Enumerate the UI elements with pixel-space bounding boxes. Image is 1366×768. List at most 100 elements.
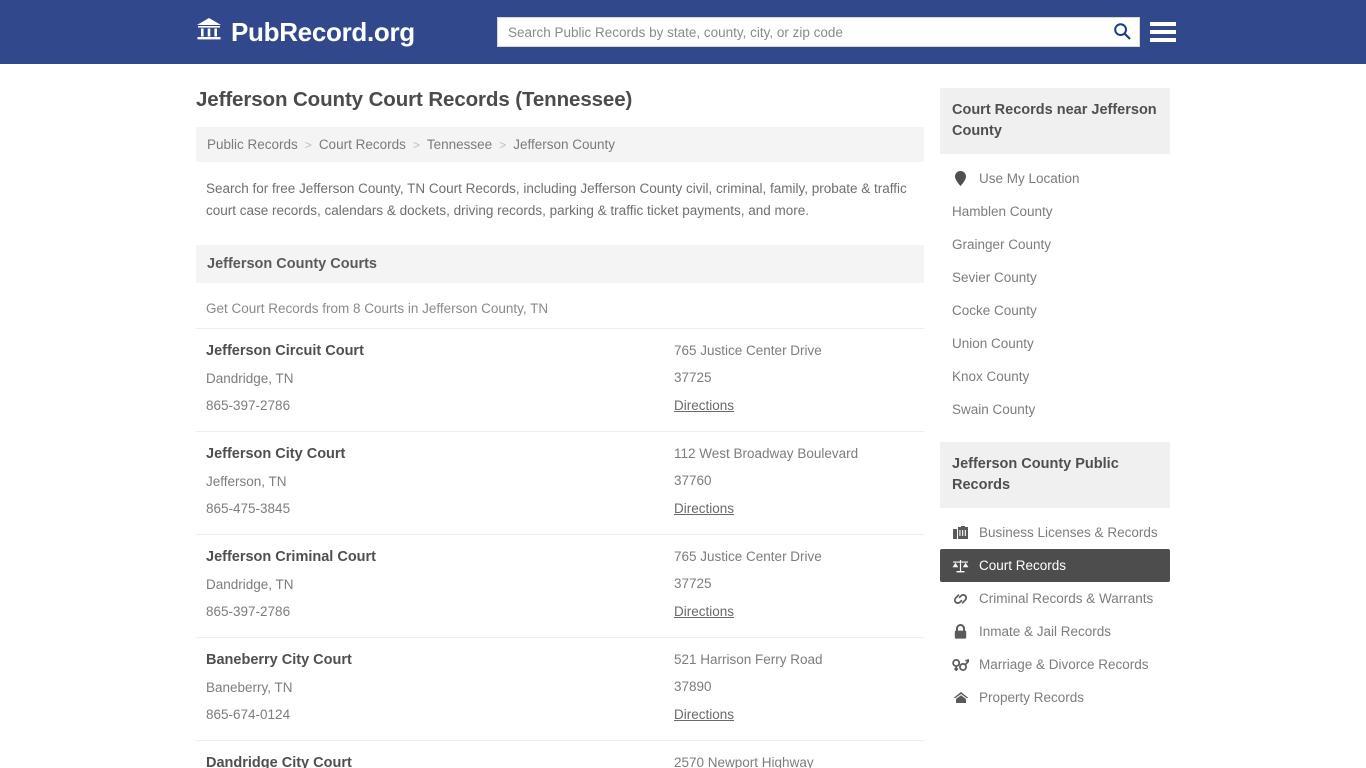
court-zip: 37725	[674, 575, 712, 591]
sidebar-item-property-records[interactable]: Property Records	[940, 681, 1170, 714]
table-row: Jefferson Criminal Court Dandridge, TN 8…	[196, 533, 924, 637]
court-info-left: Dandridge City Court Dandridge, TN 865-3…	[206, 755, 674, 768]
court-city: Dandridge, TN	[206, 576, 294, 592]
table-row: Jefferson Circuit Court Dandridge, TN 86…	[196, 327, 924, 431]
directions-link[interactable]: Directions	[674, 501, 734, 516]
court-zip: 37890	[674, 678, 712, 694]
site-header: PubRecord.org	[0, 0, 1366, 64]
nearby-panel-title: Court Records near Jefferson County	[940, 88, 1170, 155]
site-logo[interactable]: PubRecord.org	[196, 17, 415, 48]
sidebar-item-inmate-jail-records[interactable]: Inmate & Jail Records	[940, 615, 1170, 648]
court-name[interactable]: Jefferson Circuit Court	[206, 343, 674, 359]
sidebar-item-union-county[interactable]: Union County	[940, 327, 1170, 360]
sidebar-item-label: Marriage & Divorce Records	[979, 657, 1149, 673]
sidebar-item-sevier-county[interactable]: Sevier County	[940, 261, 1170, 294]
search-input[interactable]	[498, 18, 1105, 46]
court-info-left: Baneberry City Court Baneberry, TN 865-6…	[206, 652, 674, 724]
sidebar-item-swain-county[interactable]: Swain County	[940, 393, 1170, 426]
search-bar[interactable]	[497, 17, 1140, 47]
court-info-left: Jefferson Criminal Court Dandridge, TN 8…	[206, 549, 674, 621]
court-address: 765 Justice Center Drive	[674, 548, 822, 564]
court-phone: 865-674-0124	[206, 706, 291, 722]
court-name[interactable]: Dandridge City Court	[206, 755, 674, 768]
court-phone: 865-475-3845	[206, 500, 291, 516]
court-phone: 865-397-2786	[206, 603, 291, 619]
sidebar-item-use-my-location[interactable]: Use My Location	[940, 162, 1170, 195]
sidebar-item-label: Hamblen County	[952, 204, 1053, 220]
house-icon	[952, 691, 969, 704]
sidebar-item-marriage-divorce-records[interactable]: Marriage & Divorce Records	[940, 648, 1170, 681]
lock-icon	[952, 624, 969, 639]
court-city: Jefferson, TN	[206, 473, 287, 489]
court-info-right: 765 Justice Center Drive 37725 Direction…	[674, 549, 914, 621]
court-info-right: 521 Harrison Ferry Road 37890 Directions	[674, 652, 914, 724]
sidebar-item-criminal-records[interactable]: Criminal Records & Warrants	[940, 582, 1170, 615]
bank-building-icon	[196, 17, 222, 48]
page-container: Jefferson County Court Records (Tennesse…	[0, 64, 1366, 768]
sidebar-item-label: Grainger County	[952, 237, 1052, 253]
breadcrumb: Public Records > Court Records > Tenness…	[196, 127, 924, 162]
nearby-county-list: Use My Location Hamblen County Grainger …	[940, 154, 1170, 426]
sidebar-item-label: Criminal Records & Warrants	[979, 591, 1154, 607]
breadcrumb-item-tennessee[interactable]: Tennessee	[427, 137, 492, 152]
sidebar-item-label: Business Licenses & Records	[979, 525, 1158, 541]
table-row: Dandridge City Court Dandridge, TN 865-3…	[196, 739, 924, 768]
court-name[interactable]: Jefferson Criminal Court	[206, 549, 674, 565]
court-address: 112 West Broadway Boulevard	[674, 445, 859, 461]
nearby-court-records-panel: Court Records near Jefferson County Use …	[940, 88, 1170, 426]
sidebar-item-grainger-county[interactable]: Grainger County	[940, 228, 1170, 261]
search-button[interactable]	[1105, 18, 1139, 46]
directions-link[interactable]: Directions	[674, 707, 734, 722]
public-records-panel-title: Jefferson County Public Records	[940, 442, 1170, 509]
sidebar-item-label: Knox County	[952, 369, 1030, 385]
court-name[interactable]: Jefferson City Court	[206, 446, 674, 462]
sidebar-item-business-licenses[interactable]: Business Licenses & Records	[940, 516, 1170, 549]
court-zip: 37725	[674, 369, 712, 385]
search-icon	[1113, 22, 1131, 43]
table-row: Baneberry City Court Baneberry, TN 865-6…	[196, 636, 924, 740]
sidebar-item-court-records[interactable]: Court Records	[940, 549, 1170, 583]
page-layout: Jefferson County Court Records (Tennesse…	[196, 64, 1170, 768]
court-phone: 865-397-2786	[206, 397, 291, 413]
sidebar-item-label: Court Records	[979, 558, 1067, 574]
breadcrumb-separator-icon: >	[412, 137, 420, 152]
sidebar-item-knox-county[interactable]: Knox County	[940, 360, 1170, 393]
menu-bar-1	[1150, 22, 1176, 26]
courts-section-header: Jefferson County Courts	[196, 244, 924, 283]
gender-symbols-icon	[952, 658, 969, 672]
sidebar-item-label: Swain County	[952, 402, 1036, 418]
public-records-list: Business Licenses & Records Court Record…	[940, 508, 1170, 714]
sidebar-item-hamblen-county[interactable]: Hamblen County	[940, 195, 1170, 228]
sidebar-item-label: Inmate & Jail Records	[979, 624, 1112, 640]
main-column: Jefferson County Court Records (Tennesse…	[196, 88, 924, 768]
court-zip: 37760	[674, 472, 712, 488]
breadcrumb-item-court-records[interactable]: Court Records	[319, 137, 406, 152]
table-row: Jefferson City Court Jefferson, TN 865-4…	[196, 430, 924, 534]
court-address: 765 Justice Center Drive	[674, 342, 822, 358]
sidebar-item-cocke-county[interactable]: Cocke County	[940, 294, 1170, 327]
directions-link[interactable]: Directions	[674, 604, 734, 619]
directions-link[interactable]: Directions	[674, 398, 734, 413]
sidebar: Court Records near Jefferson County Use …	[940, 88, 1170, 768]
court-info-right: 112 West Broadway Boulevard 37760 Direct…	[674, 446, 914, 518]
menu-bar-2	[1150, 30, 1176, 34]
handcuffs-icon	[952, 592, 969, 606]
map-pin-icon	[952, 171, 969, 187]
court-name[interactable]: Baneberry City Court	[206, 652, 674, 668]
court-city: Baneberry, TN	[206, 679, 293, 695]
hamburger-menu-icon[interactable]	[1150, 18, 1176, 46]
briefcase-icon	[952, 525, 969, 540]
sidebar-item-label: Property Records	[979, 690, 1085, 706]
intro-text: Search for free Jefferson County, TN Cou…	[206, 181, 907, 219]
court-address: 2570 Newport Highway	[674, 754, 814, 768]
court-info-left: Jefferson Circuit Court Dandridge, TN 86…	[206, 343, 674, 415]
sidebar-item-label: Cocke County	[952, 303, 1037, 319]
page-title: Jefferson County Court Records (Tennesse…	[196, 88, 633, 111]
court-info-right: 765 Justice Center Drive 37725 Direction…	[674, 343, 914, 415]
sidebar-item-label: Sevier County	[952, 270, 1037, 286]
court-info-right: 2570 Newport Highway 37725 Directions	[674, 755, 914, 768]
breadcrumb-item-public-records[interactable]: Public Records	[207, 137, 298, 152]
public-records-panel: Jefferson County Public Records Business…	[940, 442, 1170, 714]
brand-text: PubRecord.org	[231, 16, 415, 47]
courts-section-subtitle: Get Court Records from 8 Courts in Jeffe…	[206, 300, 549, 316]
